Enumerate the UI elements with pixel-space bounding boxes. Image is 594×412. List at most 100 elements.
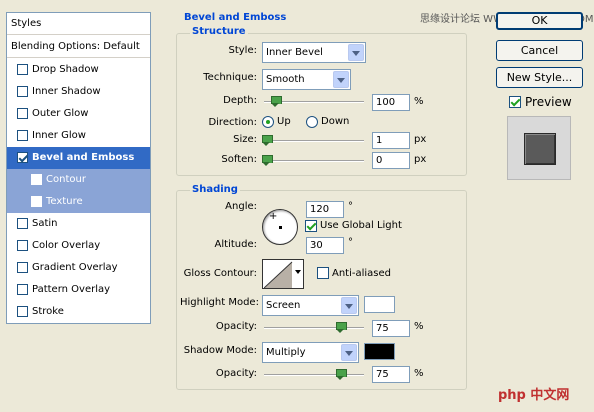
style-item-outer-glow[interactable]: Outer Glow — [7, 103, 150, 125]
styles-list-panel: Styles Blending Options: Default Drop Sh… — [6, 12, 151, 324]
cancel-button[interactable]: Cancel — [496, 40, 583, 61]
chevron-down-icon — [333, 71, 349, 88]
technique-select-value: Smooth — [266, 74, 305, 85]
style-item-satin[interactable]: Satin — [7, 213, 150, 235]
style-item-label: Satin — [32, 218, 58, 229]
shadow-opacity-input[interactable]: 75 — [372, 366, 410, 383]
style-item-checkbox[interactable] — [31, 196, 42, 207]
chevron-down-icon — [348, 44, 364, 61]
highlight-opacity-label: Opacity: — [215, 321, 257, 332]
shadow-opacity-thumb[interactable] — [336, 369, 347, 380]
preview-swatch — [524, 133, 556, 165]
style-item-checkbox[interactable] — [17, 218, 28, 229]
structure-title: Structure — [190, 26, 248, 37]
style-item-color-overlay[interactable]: Color Overlay — [7, 235, 150, 257]
preview-checkbox[interactable] — [509, 96, 521, 108]
blending-options-item[interactable]: Blending Options: Default — [7, 36, 150, 58]
style-item-checkbox[interactable] — [17, 306, 28, 317]
style-item-inner-shadow[interactable]: Inner Shadow — [7, 81, 150, 103]
crosshair-icon: + — [269, 211, 278, 222]
size-slider-track[interactable] — [264, 140, 364, 142]
altitude-input[interactable]: 30 — [306, 237, 344, 254]
styles-header[interactable]: Styles — [7, 13, 150, 35]
style-label: Style: — [228, 45, 258, 56]
soften-label: Soften: — [221, 154, 257, 165]
style-item-drop-shadow[interactable]: Drop Shadow — [7, 59, 150, 81]
technique-select[interactable]: Smooth — [262, 69, 351, 90]
angle-dial[interactable]: + — [262, 209, 298, 245]
highlight-mode-select[interactable]: Screen — [262, 295, 359, 316]
style-select[interactable]: Inner Bevel — [262, 42, 366, 63]
anti-aliased-checkbox[interactable] — [317, 267, 329, 279]
shadow-opacity-track[interactable] — [264, 374, 364, 376]
style-item-checkbox[interactable] — [17, 152, 28, 163]
style-item-label: Inner Glow — [32, 130, 86, 141]
size-label: Size: — [233, 134, 257, 145]
style-item-checkbox[interactable] — [17, 284, 28, 295]
depth-unit: % — [414, 96, 424, 107]
style-item-checkbox[interactable] — [31, 174, 42, 185]
style-item-bevel-and-emboss[interactable]: Bevel and Emboss — [7, 147, 150, 169]
shadow-opacity-unit: % — [414, 368, 424, 379]
depth-label: Depth: — [223, 95, 257, 106]
angle-input[interactable]: 120 — [306, 201, 344, 218]
highlight-opacity-track[interactable] — [264, 327, 364, 329]
shading-title: Shading — [190, 184, 240, 195]
style-item-pattern-overlay[interactable]: Pattern Overlay — [7, 279, 150, 301]
angle-unit: ° — [348, 201, 353, 212]
altitude-label: Altitude: — [214, 239, 257, 250]
use-global-light-checkbox[interactable] — [305, 220, 317, 232]
style-item-checkbox[interactable] — [17, 262, 28, 273]
style-item-inner-glow[interactable]: Inner Glow — [7, 125, 150, 147]
highlight-opacity-thumb[interactable] — [336, 322, 347, 333]
style-item-label: Gradient Overlay — [32, 262, 118, 273]
shadow-opacity-label: Opacity: — [215, 368, 257, 379]
direction-label: Direction: — [208, 117, 257, 128]
style-item-label: Pattern Overlay — [32, 284, 111, 295]
depth-input[interactable]: 100 — [372, 94, 410, 111]
direction-up-label: Up — [277, 116, 291, 127]
new-style-button[interactable]: New Style... — [496, 67, 583, 88]
shadow-color-swatch[interactable] — [364, 343, 395, 360]
style-item-label: Outer Glow — [32, 108, 89, 119]
chevron-down-icon — [295, 270, 301, 274]
shadow-mode-select[interactable]: Multiply — [262, 342, 359, 363]
soften-slider-track[interactable] — [264, 160, 364, 162]
styles-header-label: Styles — [11, 18, 42, 29]
bevel-section-title: Bevel and Emboss — [182, 12, 289, 23]
style-item-texture[interactable]: Texture — [7, 191, 150, 213]
highlight-opacity-unit: % — [414, 321, 424, 332]
highlight-color-swatch[interactable] — [364, 296, 395, 313]
highlight-mode-value: Screen — [266, 300, 301, 311]
style-item-checkbox[interactable] — [17, 86, 28, 97]
size-slider-thumb[interactable] — [262, 135, 273, 146]
angle-dial-center — [279, 226, 282, 229]
angle-label: Angle: — [225, 201, 257, 212]
style-item-checkbox[interactable] — [17, 108, 28, 119]
soften-input[interactable]: 0 — [372, 152, 410, 169]
style-item-label: Stroke — [32, 306, 64, 317]
style-item-label: Inner Shadow — [32, 86, 101, 97]
ok-button[interactable]: OK — [496, 12, 583, 30]
depth-slider-thumb[interactable] — [271, 96, 282, 107]
contour-curve-icon — [264, 261, 293, 288]
style-select-value: Inner Bevel — [266, 47, 323, 58]
use-global-light-label: Use Global Light — [320, 220, 402, 231]
highlight-opacity-input[interactable]: 75 — [372, 320, 410, 337]
gloss-contour-picker[interactable] — [262, 259, 304, 289]
style-item-checkbox[interactable] — [17, 240, 28, 251]
style-item-label: Contour — [46, 174, 86, 185]
style-item-gradient-overlay[interactable]: Gradient Overlay — [7, 257, 150, 279]
style-item-label: Bevel and Emboss — [32, 152, 135, 163]
shadow-mode-value: Multiply — [266, 347, 306, 358]
chevron-down-icon — [341, 297, 357, 314]
blending-options-label: Blending Options: Default — [11, 41, 140, 52]
style-item-checkbox[interactable] — [17, 64, 28, 75]
style-item-checkbox[interactable] — [17, 130, 28, 141]
direction-down-radio[interactable] — [306, 116, 318, 128]
style-item-stroke[interactable]: Stroke — [7, 301, 150, 323]
style-item-contour[interactable]: Contour — [7, 169, 150, 191]
soften-slider-thumb[interactable] — [262, 155, 273, 166]
direction-up-radio[interactable] — [262, 116, 274, 128]
size-input[interactable]: 1 — [372, 132, 410, 149]
